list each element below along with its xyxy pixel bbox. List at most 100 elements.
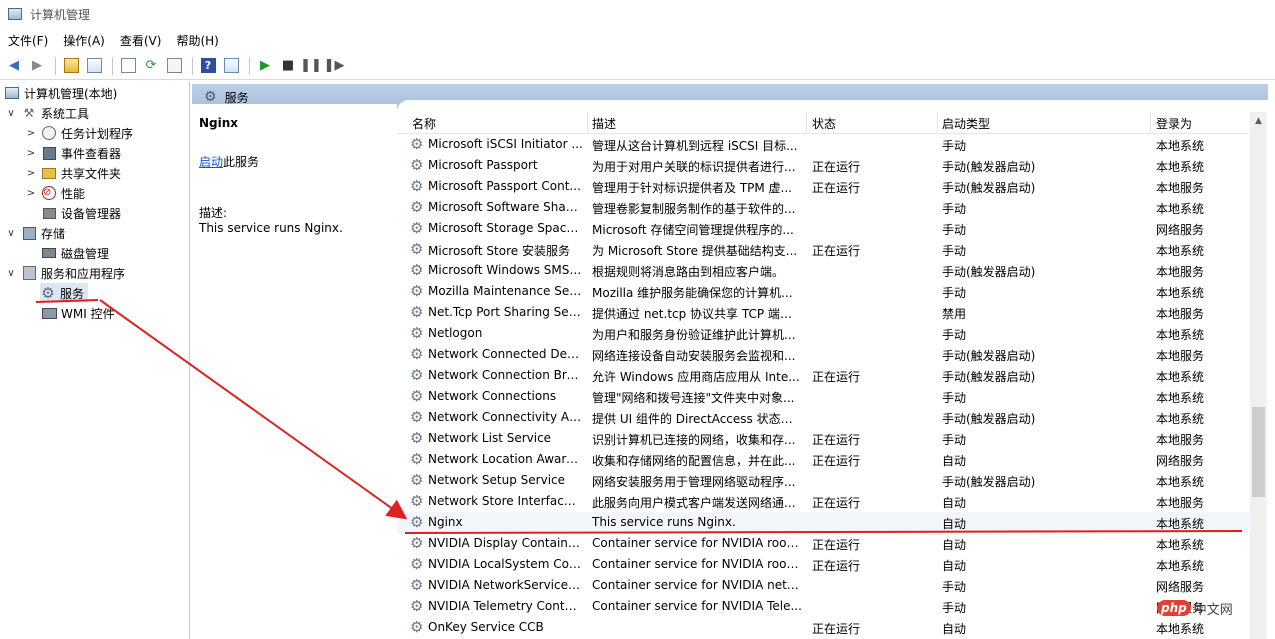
service-gear-icon: ⚙: [410, 387, 424, 405]
service-row[interactable]: ⚙ Network List Service 识别计算机已连接的网络，收集和存...…: [397, 428, 1249, 449]
service-logon-cell: 本地系统: [1156, 244, 1205, 258]
service-name-cell: Net.Tcp Port Sharing Ser...: [428, 305, 583, 319]
device-manager-icon: [41, 205, 57, 221]
expand-chevron-icon[interactable]: >: [26, 168, 36, 179]
column-header-name[interactable]: 名称: [412, 115, 436, 132]
service-startup-cell: 手动: [942, 391, 967, 405]
column-divider[interactable]: [1150, 112, 1151, 134]
service-row[interactable]: ⚙ Microsoft Storage Space... Microsoft 存储空…: [397, 218, 1249, 239]
collapse-chevron-icon[interactable]: ∨: [6, 228, 16, 239]
refresh-icon[interactable]: ⟳: [141, 56, 161, 76]
service-row[interactable]: ⚙ Microsoft Store 安装服务 为 Microsoft Store 提…: [397, 239, 1249, 260]
tree-item-shared-folders[interactable]: > 共享文件夹: [26, 163, 121, 183]
services-list: 名称 ⌃ 描述 状态 启动类型 登录为 ⚙ Microsoft iSCSI Ini…: [397, 112, 1268, 639]
show-hide-tree-icon[interactable]: [84, 56, 104, 76]
service-row[interactable]: ⚙ Network Location Aware... 收集和存储网络的配置信息，并…: [397, 449, 1249, 470]
column-divider[interactable]: [806, 112, 807, 134]
scroll-thumb[interactable]: [1252, 407, 1265, 497]
service-row[interactable]: ⚙ Netlogon 为用户和服务身份验证维护此计算机... 手动 本地系统: [397, 323, 1249, 344]
back-arrow-icon[interactable]: ◀: [4, 56, 24, 76]
service-status-cell: 正在运行: [812, 433, 861, 447]
service-gear-icon: ⚙: [410, 408, 424, 426]
service-startup-cell: 手动(触发器启动): [942, 370, 1036, 384]
tree-item-event-viewer[interactable]: > 事件查看器: [26, 143, 121, 163]
forward-arrow-icon[interactable]: ▶: [27, 56, 47, 76]
tree-item-services-and-applications[interactable]: ∨ 服务和应用程序: [6, 263, 125, 283]
service-row[interactable]: ⚙ OnKey Service CCB 正在运行 自动 本地系统: [397, 617, 1249, 638]
collapse-chevron-icon[interactable]: ∨: [6, 268, 16, 279]
collapse-chevron-icon[interactable]: ∨: [6, 108, 16, 119]
service-row[interactable]: ⚙ Network Connected Devi... 网络连接设备自动安装服务会监…: [397, 344, 1249, 365]
restart-service-icon[interactable]: ❚▶: [324, 56, 345, 76]
service-row[interactable]: ⚙ Network Connectivity Ass... 提供 UI 组件的 Di…: [397, 407, 1249, 428]
tree-item-device-manager[interactable]: 设备管理器: [41, 203, 121, 223]
service-startup-cell: 手动: [942, 223, 967, 237]
menu-file[interactable]: 文件(F): [8, 32, 48, 49]
expand-chevron-icon[interactable]: >: [26, 128, 36, 139]
up-folder-icon[interactable]: [61, 56, 81, 76]
show-action-pane-icon[interactable]: [221, 56, 241, 76]
start-service-icon[interactable]: ▶: [255, 56, 275, 76]
column-header-status[interactable]: 状态: [812, 115, 836, 132]
navigation-tree: 计算机管理(本地) ∨ ⚒ 系统工具 > 任务计划程序 > 事件查看器 > 共享…: [0, 82, 190, 639]
tree-item-task-scheduler[interactable]: > 任务计划程序: [26, 123, 133, 143]
service-startup-cell: 手动: [942, 139, 967, 153]
column-divider[interactable]: [937, 112, 938, 134]
service-name-cell: Microsoft Software Shad...: [428, 200, 583, 214]
vertical-scrollbar[interactable]: ▲: [1250, 112, 1267, 639]
tree-item-label: 服务和应用程序: [41, 266, 126, 281]
tree-item-system-tools[interactable]: ∨ ⚒ 系统工具: [6, 103, 89, 123]
scroll-up-arrow-icon[interactable]: ▲: [1250, 112, 1267, 129]
stop-service-icon[interactable]: ■: [278, 56, 298, 76]
tree-item-root[interactable]: 计算机管理(本地): [4, 83, 117, 103]
disk-icon: [41, 245, 57, 261]
help-icon[interactable]: ?: [198, 56, 218, 76]
tree-item-services[interactable]: ⚙ 服务: [40, 283, 89, 303]
service-row[interactable]: ⚙ Microsoft iSCSI Initiator ... 管理从这台计算机到远…: [397, 134, 1249, 155]
service-row[interactable]: ⚙ Network Store Interface ... 此服务向用户模式客户端发…: [397, 491, 1249, 512]
storage-icon: [21, 225, 37, 241]
menu-action[interactable]: 操作(A): [63, 32, 105, 49]
service-row[interactable]: ⚙ Network Connection Bro... 允许 Windows 应用商…: [397, 365, 1249, 386]
service-row[interactable]: ⚙ Mozilla Maintenance Ser... Mozilla 维护服务能…: [397, 281, 1249, 302]
service-row[interactable]: ⚙ NVIDIA LocalSystem Con... Container serv…: [397, 554, 1249, 575]
services-apps-icon: [21, 265, 37, 281]
column-header-startup-type[interactable]: 启动类型: [942, 115, 990, 132]
expand-chevron-icon[interactable]: >: [26, 188, 36, 199]
pause-service-icon[interactable]: ❚❚: [300, 56, 322, 76]
service-row[interactable]: ⚙ Network Connections 管理"网络和拨号连接"文件夹中对象...…: [397, 386, 1249, 407]
menu-help[interactable]: 帮助(H): [176, 32, 218, 49]
service-logon-cell: 本地系统: [1156, 160, 1205, 174]
properties-icon[interactable]: [118, 56, 138, 76]
service-row[interactable]: ⚙ Microsoft Software Shad... 管理卷影复制服务制作的基于…: [397, 197, 1249, 218]
column-divider[interactable]: [587, 112, 588, 134]
tree-item-storage[interactable]: ∨ 存储: [6, 223, 65, 243]
selected-service-name: Nginx: [199, 116, 239, 130]
service-startup-cell: 手动(触发器启动): [942, 181, 1036, 195]
service-row[interactable]: ⚙ Microsoft Passport Cont... 管理用于针对标识提供者及 …: [397, 176, 1249, 197]
service-status-cell: 正在运行: [812, 496, 861, 510]
service-row[interactable]: ⚙ NVIDIA Display Containe... Container ser…: [397, 533, 1249, 554]
start-service-link[interactable]: 启动: [199, 155, 223, 169]
tree-item-label: 系统工具: [41, 106, 90, 121]
service-row[interactable]: ⚙ NVIDIA NetworkService ... Container serv…: [397, 575, 1249, 596]
service-row[interactable]: ⚙ NVIDIA Telemetry Contai... Container ser…: [397, 596, 1249, 617]
export-list-icon[interactable]: [164, 56, 184, 76]
tree-item-performance[interactable]: > ⊘ 性能: [26, 183, 85, 203]
service-row[interactable]: ⚙ Network Setup Service 网络安装服务用于管理网络驱动程序..…: [397, 470, 1249, 491]
watermark-badge: php: [1157, 600, 1191, 616]
tree-item-wmi-control[interactable]: WMI 控件: [41, 303, 115, 323]
service-row[interactable]: ⚙ Nginx This service runs Nginx. 自动 本地系统: [397, 512, 1249, 533]
service-logon-cell: 本地服务: [1156, 181, 1205, 195]
menu-view[interactable]: 查看(V): [120, 32, 162, 49]
service-logon-cell: 本地系统: [1156, 517, 1205, 531]
column-header-description[interactable]: 描述: [592, 115, 616, 132]
service-row[interactable]: ⚙ Net.Tcp Port Sharing Ser... 提供通过 net.tcp…: [397, 302, 1249, 323]
expand-chevron-icon[interactable]: >: [26, 148, 36, 159]
gear-icon: ⚙: [204, 89, 217, 105]
column-header-logon-as[interactable]: 登录为: [1156, 115, 1192, 132]
tree-item-disk-management[interactable]: 磁盘管理: [41, 243, 109, 263]
service-row[interactable]: ⚙ Microsoft Passport 为用于对用户关联的标识提供者进行... 正在…: [397, 155, 1249, 176]
service-row[interactable]: ⚙ Microsoft Windows SMS ... 根据规则将消息路由到相应客户…: [397, 260, 1249, 281]
service-desc-cell: 允许 Windows 应用商店应用从 Inte...: [592, 370, 800, 384]
